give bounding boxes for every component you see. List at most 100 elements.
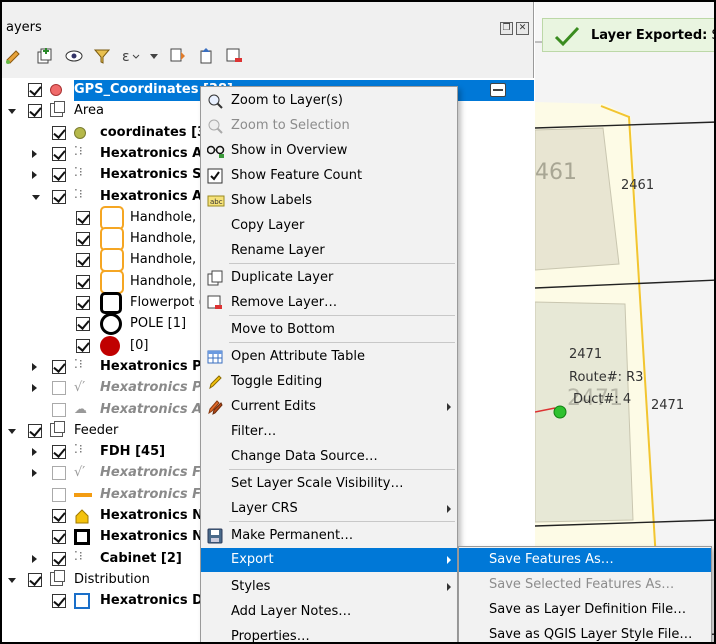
layer-visibility-checkbox[interactable] [76,296,90,310]
expand-arrow-icon[interactable] [32,149,37,158]
layer-visibility-checkbox[interactable] [28,423,42,438]
expand-arrow-icon[interactable] [32,362,37,371]
submenu-item-label: Save Selected Features As… [489,577,675,592]
layer-visibility-checkbox[interactable] [52,509,66,523]
map-label-route-id: 2471 [569,347,603,362]
menu-item-label: Show in Overview [231,143,348,158]
layer-visibility-checkbox[interactable] [76,338,90,353]
menu-item-label: Rename Layer [231,243,325,258]
collapse-arrow-icon[interactable] [8,428,16,434]
collapse-arrow-icon[interactable] [32,194,40,200]
layer-visibility-checkbox[interactable] [52,466,66,481]
layer-label: Handhole, 2 [130,231,209,247]
map-label-parcel-big: 461 [535,160,577,185]
collapse-all-icon[interactable] [196,46,216,66]
magnifier-icon [207,93,223,109]
expand-arrow-icon[interactable] [32,384,37,393]
eye-icon[interactable] [64,46,84,66]
flowerpot-symbol-icon [100,292,122,314]
layer-visibility-checkbox[interactable] [52,594,66,609]
menu-item-show-labels[interactable]: abc Show Labels [201,189,457,213]
menu-item-label: Change Data Source… [231,449,378,464]
layer-visibility-checkbox[interactable] [52,146,66,161]
layer-visibility-checkbox[interactable] [76,210,90,225]
close-panel-button[interactable]: ✕ [516,22,529,35]
layer-visibility-checkbox[interactable] [52,551,66,566]
layer-visibility-checkbox[interactable] [76,317,90,332]
menu-item-set-layer-scale-visibility[interactable]: Set Layer Scale Visibility… [201,472,457,496]
expand-arrow-icon[interactable] [32,469,37,478]
expand-all-icon[interactable] [168,46,188,66]
menu-item-layer-crs[interactable]: Layer CRS [201,497,457,521]
red-point-symbol-icon [100,335,120,356]
add-group-icon[interactable] [34,46,54,66]
layer-visibility-checkbox[interactable] [28,104,42,119]
blue-square-symbol-icon [74,593,90,610]
menu-item-change-data-source[interactable]: Change Data Source… [201,445,457,469]
layer-visibility-checkbox[interactable] [52,359,66,374]
menu-item-show-feature-count[interactable]: Show Feature Count [201,164,457,188]
menu-item-current-edits[interactable]: Current Edits [201,395,457,419]
layer-visibility-checkbox[interactable] [52,487,66,502]
menu-item-styles[interactable]: Styles [201,575,457,599]
collapse-arrow-icon[interactable] [8,109,16,115]
layer-visibility-checkbox[interactable] [28,83,42,97]
layer-visibility-checkbox[interactable] [28,572,42,587]
expand-arrow-icon[interactable] [32,448,37,457]
layer-visibility-checkbox[interactable] [52,381,66,396]
menu-item-rename-layer[interactable]: Rename Layer [201,239,457,263]
remove-layer-toolbar-icon[interactable] [224,46,244,66]
map-label-duct: Duct#: 4 [573,392,632,407]
layer-visibility-checkbox[interactable] [76,253,90,268]
checkbox-checked-icon [207,168,223,184]
layer-visibility-checkbox[interactable] [76,232,90,247]
layer-visibility-checkbox[interactable] [52,445,66,460]
layer-visibility-checkbox[interactable] [76,274,90,289]
menu-item-zoom-to-selection[interactable]: Zoom to Selection [201,114,457,138]
point-cluster-icon: ⁚⁝ [74,548,84,563]
menu-item-toggle-editing[interactable]: Toggle Editing [201,370,457,394]
message-body: Suc [707,28,714,43]
layer-label: Handhole, 3 [130,209,209,225]
layer-visibility-checkbox[interactable] [52,189,66,204]
layer-visibility-checkbox[interactable] [52,530,66,545]
line-symbol-icon: √′ [74,465,86,481]
menu-item-move-to-bottom[interactable]: Move to Bottom [201,318,457,342]
layer-label: Feeder [74,422,119,438]
expand-arrow-icon[interactable] [32,554,37,563]
expression-icon[interactable]: ε [120,46,140,66]
point-olive-symbol-icon [74,126,86,139]
menu-item-properties[interactable]: Properties… [201,625,457,642]
memory-layer-icon[interactable] [490,83,506,97]
layer-visibility-checkbox[interactable] [52,402,66,417]
expand-arrow-icon[interactable] [32,171,37,180]
submenu-item-save-features-as[interactable]: Save Features As… [459,548,711,572]
collapse-arrow-icon[interactable] [8,577,16,583]
menu-item-copy-layer[interactable]: Copy Layer [201,214,457,238]
menu-item-remove-layer[interactable]: Remove Layer… [201,291,457,315]
menu-item-make-permanent[interactable]: Make Permanent… [201,524,457,548]
style-manager-icon[interactable] [4,46,24,66]
menu-item-open-attribute-table[interactable]: Open Attribute Table [201,345,457,369]
dropdown-icon[interactable] [144,46,164,66]
submenu-item-save-selected-features-as[interactable]: Save Selected Features As… [459,573,711,597]
menu-item-add-layer-notes[interactable]: Add Layer Notes… [201,600,457,624]
layer-visibility-checkbox[interactable] [52,125,66,140]
layer-label: FDH [45] [100,444,166,460]
menu-item-zoom-to-layer[interactable]: Zoom to Layer(s) [201,89,457,113]
menu-item-duplicate-layer[interactable]: Duplicate Layer [201,266,457,290]
orange-line-symbol-icon [74,492,92,497]
menu-item-filter[interactable]: Filter… [201,420,457,444]
menu-item-show-in-overview[interactable]: Show in Overview [201,139,457,163]
float-panel-button[interactable]: ❐ [500,22,513,35]
menu-item-label: Remove Layer… [231,295,338,310]
layer-context-menu: Zoom to Layer(s) Zoom to Selection Show in… [200,86,458,642]
submenu-item-save-qgis-layer-style-file[interactable]: Save as QGIS Layer Style File… [459,623,711,642]
layer-label: Hexatronics Pr [100,358,209,374]
submenu-item-save-layer-definition-file[interactable]: Save as Layer Definition File… [459,598,711,622]
layer-label: coordinates [3 [100,124,207,140]
menu-item-export[interactable]: Export [201,548,457,572]
filter-icon[interactable] [92,46,112,66]
layer-visibility-checkbox[interactable] [52,168,66,183]
point-cluster-icon: ⁚⁝ [74,442,84,457]
